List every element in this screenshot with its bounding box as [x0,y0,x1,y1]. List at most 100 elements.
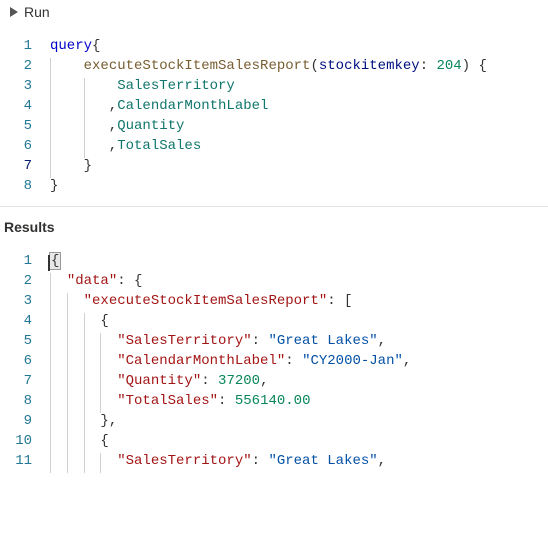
code-content[interactable]: }, [50,411,548,431]
gutter-line-number: 11 [0,451,50,471]
code-line[interactable]: 1query{ [0,36,548,56]
token: , [403,353,411,369]
query-editor[interactable]: 1query{2 executeStockItemSalesReport(sto… [0,26,548,206]
token: : [252,333,269,349]
token: "executeStockItemSalesReport" [84,293,328,309]
token: , [109,413,117,429]
token: "TotalSales" [117,393,218,409]
code-content[interactable]: query{ [50,36,548,56]
gutter-line-number: 4 [0,311,50,331]
code-line[interactable]: 2 executeStockItemSalesReport(stockitemk… [0,56,548,76]
code-content[interactable]: "TotalSales": 556140.00 [50,391,548,411]
run-label: Run [24,4,50,20]
code-content[interactable]: "executeStockItemSalesReport": [ [50,291,548,311]
code-line[interactable]: 6 "CalendarMonthLabel": "CY2000-Jan", [0,351,548,371]
token: : [285,353,302,369]
code-content[interactable]: } [50,176,548,196]
token: , [378,453,386,469]
token: { [100,433,108,449]
code-line[interactable]: 6 ,TotalSales [0,136,548,156]
code-line[interactable]: 4 { [0,311,548,331]
code-content[interactable]: executeStockItemSalesReport(stockitemkey… [50,56,548,76]
code-line[interactable]: 2 "data": { [0,271,548,291]
code-line[interactable]: 3 SalesTerritory [0,76,548,96]
gutter-line-number: 10 [0,431,50,451]
results-editor[interactable]: 1{2 "data": {3 "executeStockItemSalesRep… [0,241,548,481]
token: ) { [462,58,487,74]
token: SalesTerritory [117,78,235,94]
gutter-line-number: 1 [0,251,50,271]
code-line[interactable]: 1{ [0,251,548,271]
code-line[interactable]: 10 { [0,431,548,451]
gutter-line-number: 1 [0,36,50,56]
token: "data" [67,273,117,289]
code-content[interactable]: "Quantity": 37200, [50,371,548,391]
gutter-line-number: 9 [0,411,50,431]
gutter-line-number: 6 [0,136,50,156]
toolbar: Run [0,0,548,26]
token: Quantity [117,118,184,134]
code-line[interactable]: 4 ,CalendarMonthLabel [0,96,548,116]
text-cursor [48,255,50,271]
code-line[interactable]: 5 "SalesTerritory": "Great Lakes", [0,331,548,351]
code-content[interactable]: "data": { [50,271,548,291]
token: , [260,373,268,389]
token: 204 [437,58,462,74]
token: : [252,453,269,469]
token: : [218,393,235,409]
token: "CY2000-Jan" [302,353,403,369]
token: executeStockItemSalesReport [84,58,311,74]
run-button[interactable]: Run [10,4,50,20]
code-content[interactable]: ,CalendarMonthLabel [50,96,548,116]
gutter-line-number: 5 [0,331,50,351]
code-content[interactable]: ,TotalSales [50,136,548,156]
code-line[interactable]: 11 "SalesTerritory": "Great Lakes", [0,451,548,471]
token: } [50,178,58,194]
gutter-line-number: 8 [0,176,50,196]
gutter-line-number: 7 [0,371,50,391]
token [50,433,100,449]
token: TotalSales [117,138,201,154]
token: : [201,373,218,389]
code-line[interactable]: 3 "executeStockItemSalesReport": [ [0,291,548,311]
code-line[interactable]: 8} [0,176,548,196]
code-content[interactable]: { [50,431,548,451]
token [50,313,100,329]
token: "SalesTerritory" [117,453,251,469]
gutter-line-number: 2 [0,56,50,76]
code-line[interactable]: 5 ,Quantity [0,116,548,136]
token: : { [117,273,142,289]
token: { [50,253,60,269]
token: : [420,58,437,74]
token: , [378,333,386,349]
code-content[interactable]: "SalesTerritory": "Great Lakes", [50,331,548,351]
gutter-line-number: 6 [0,351,50,371]
token: { [92,38,100,54]
token: } [100,413,108,429]
play-icon [10,7,18,17]
code-content[interactable]: { [50,311,548,331]
token: "Great Lakes" [268,333,377,349]
divider [0,206,548,207]
token: "Quantity" [117,373,201,389]
code-content[interactable]: } [50,156,548,176]
gutter-line-number: 7 [0,156,50,176]
code-content[interactable]: "CalendarMonthLabel": "CY2000-Jan", [50,351,548,371]
code-line[interactable]: 8 "TotalSales": 556140.00 [0,391,548,411]
token [50,413,100,429]
code-content[interactable]: ,Quantity [50,116,548,136]
code-line[interactable]: 7 "Quantity": 37200, [0,371,548,391]
code-line[interactable]: 9 }, [0,411,548,431]
token: } [84,158,92,174]
token [50,158,84,174]
code-line[interactable]: 7 } [0,156,548,176]
token: { [100,313,108,329]
token: stockitemkey [319,58,420,74]
token: query [50,38,92,54]
gutter-line-number: 8 [0,391,50,411]
token: "SalesTerritory" [117,333,251,349]
code-content[interactable]: { [50,251,548,271]
token [50,273,67,289]
code-content[interactable]: "SalesTerritory": "Great Lakes", [50,451,548,471]
code-content[interactable]: SalesTerritory [50,76,548,96]
